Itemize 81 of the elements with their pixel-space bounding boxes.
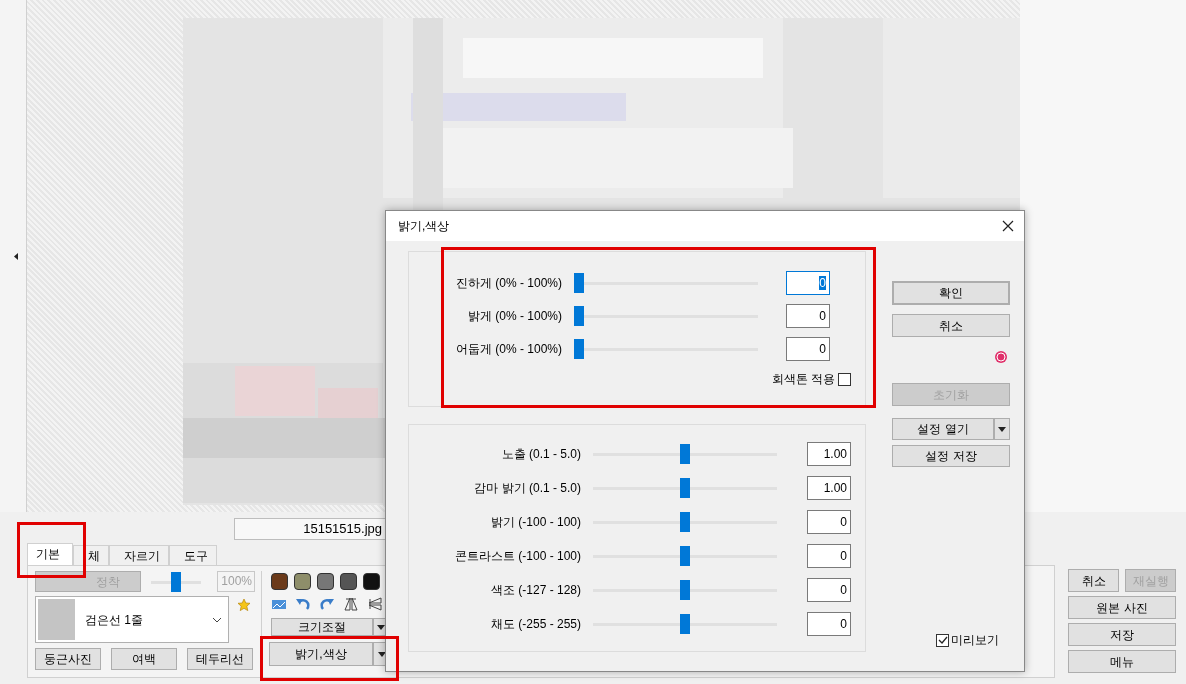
- slider-label: 밝기 (-100 - 100): [489, 514, 582, 531]
- slider-label: 감마 밝기 (0.1 - 5.0): [473, 480, 582, 497]
- frame-button[interactable]: 여백: [111, 648, 177, 670]
- resize-button[interactable]: 크기조절: [271, 618, 373, 636]
- slider-track[interactable]: [593, 546, 777, 566]
- slider-track[interactable]: [593, 614, 777, 634]
- value-field[interactable]: 0: [807, 544, 851, 568]
- value-field[interactable]: 0: [807, 578, 851, 602]
- star-icon[interactable]: [237, 598, 251, 612]
- slider-thumb[interactable]: [680, 580, 690, 600]
- highlight-frame: [17, 522, 86, 578]
- slider-label: 어둡게 (0% - 100%): [454, 340, 563, 358]
- slider-label: 채도 (-255 - 255): [489, 616, 582, 633]
- slider-thumb[interactable]: [680, 478, 690, 498]
- slider-label: 밝게 (0% - 100%): [466, 307, 563, 325]
- frame-swatch: [38, 599, 75, 640]
- tab[interactable]: 자르기: [109, 545, 169, 565]
- grayscale-checkbox[interactable]: [838, 372, 851, 386]
- side-button[interactable]: 저장: [1068, 623, 1176, 646]
- slider-thumb[interactable]: [680, 614, 690, 634]
- load-menu-button[interactable]: [994, 418, 1010, 440]
- effect-swatch[interactable]: [317, 573, 334, 590]
- effect-swatch[interactable]: [363, 573, 380, 590]
- effect-swatch[interactable]: [271, 573, 288, 590]
- frame-button[interactable]: 둥근사진: [35, 648, 101, 670]
- value-field[interactable]: 0: [786, 303, 830, 328]
- chevron-down-icon: [212, 616, 222, 623]
- grayscale-label: 회색톤 적용: [771, 371, 835, 388]
- flip-horizontal-icon[interactable]: [343, 596, 359, 612]
- undo-icon[interactable]: [295, 596, 311, 612]
- slider-track[interactable]: [593, 580, 777, 600]
- slider-track[interactable]: [593, 512, 777, 532]
- tab[interactable]: 도구: [169, 545, 217, 565]
- slider-label: 콘트라스트 (-100 - 100): [453, 548, 582, 565]
- slider-label: 노출 (0.1 - 5.0): [500, 446, 582, 463]
- slider-thumb[interactable]: [680, 444, 690, 464]
- close-icon[interactable]: [1002, 220, 1014, 232]
- help-icon[interactable]: [994, 350, 1008, 364]
- slider-thumb[interactable]: [574, 272, 584, 293]
- value-field[interactable]: 0: [786, 270, 830, 295]
- redo-icon[interactable]: [319, 596, 335, 612]
- slider-track[interactable]: [574, 305, 758, 326]
- slider-track[interactable]: [574, 338, 758, 359]
- frame-button[interactable]: 테두리선: [187, 648, 253, 670]
- tab[interactable]: 기본: [27, 543, 73, 565]
- brightness-color-button[interactable]: 밝기,색상: [269, 642, 373, 666]
- value-field[interactable]: 0: [786, 336, 830, 361]
- side-button[interactable]: 메뉴: [1068, 650, 1176, 673]
- effect-swatch[interactable]: [340, 573, 357, 590]
- cancel-button[interactable]: 취소: [892, 314, 1010, 337]
- slider-thumb[interactable]: [574, 305, 584, 326]
- slider-thumb[interactable]: [680, 512, 690, 532]
- dialog-title: 밝기,색상: [398, 218, 450, 235]
- preview-label: 미리보기: [951, 632, 999, 649]
- frame-dropdown[interactable]: 검은선 1줄: [35, 596, 229, 643]
- ok-button[interactable]: 확인: [892, 281, 1010, 305]
- value-field[interactable]: 1.00: [807, 476, 851, 500]
- side-button[interactable]: 원본 사진: [1068, 596, 1176, 619]
- flip-vertical-icon[interactable]: [367, 596, 383, 612]
- caret-icon: [998, 426, 1006, 432]
- collapse-arrow-icon[interactable]: [14, 252, 18, 260]
- slider-label: 진하게 (0% - 100%): [454, 274, 563, 292]
- load-settings-button[interactable]: 설정 열기: [892, 418, 994, 440]
- slider-thumb[interactable]: [574, 338, 584, 359]
- side-button[interactable]: 취소: [1068, 569, 1119, 592]
- slider-thumb[interactable]: [171, 571, 182, 592]
- value-field[interactable]: 0: [807, 612, 851, 636]
- caret-icon: [376, 624, 385, 630]
- slider-track[interactable]: [593, 444, 777, 464]
- slider-track[interactable]: [574, 272, 758, 293]
- effect-swatch[interactable]: [294, 573, 311, 590]
- caret-icon: [378, 651, 386, 657]
- save-settings-button[interactable]: 설정 저장: [892, 445, 1010, 467]
- slider-thumb[interactable]: [680, 546, 690, 566]
- slider-track[interactable]: [151, 571, 201, 592]
- slider-label: 색조 (-127 - 128): [489, 582, 582, 599]
- slider-track[interactable]: [593, 478, 777, 498]
- preview-checkbox[interactable]: [936, 633, 949, 647]
- value-field[interactable]: 0: [807, 510, 851, 534]
- value-field[interactable]: 1.00: [807, 442, 851, 466]
- frame-value: 검은선 1줄: [85, 611, 144, 629]
